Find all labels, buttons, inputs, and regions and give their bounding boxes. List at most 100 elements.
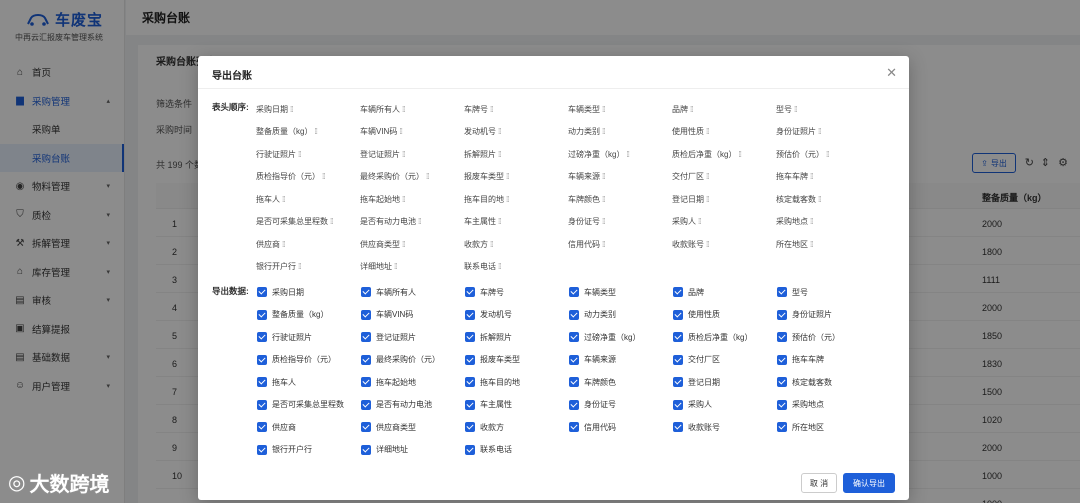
export-field-checkbox[interactable]: 车辆所有人	[360, 281, 464, 304]
drag-handle-icon[interactable]: ⁞⁞	[394, 262, 398, 271]
export-field-checkbox[interactable]: 核定载客数	[776, 371, 880, 394]
checkbox-checked-icon[interactable]	[777, 377, 787, 388]
checkbox-checked-icon[interactable]	[569, 422, 579, 433]
drag-handle-icon[interactable]: ⁞⁞	[706, 127, 710, 136]
checkbox-checked-icon[interactable]	[361, 422, 371, 433]
drag-handle-icon[interactable]: ⁞⁞	[498, 127, 502, 136]
export-field-checkbox[interactable]: 型号	[776, 281, 880, 304]
drag-handle-icon[interactable]: ⁞⁞	[282, 195, 286, 204]
drag-handle-icon[interactable]: ⁞⁞	[290, 105, 294, 114]
export-field-checkbox[interactable]: 整备质量（kg）	[256, 304, 360, 327]
drag-handle-icon[interactable]: ⁞⁞	[706, 240, 710, 249]
checkbox-checked-icon[interactable]	[361, 332, 371, 343]
export-field-checkbox[interactable]: 质检后净重（kg）	[672, 326, 776, 349]
header-order-item[interactable]: 拖车人 ⁞⁞	[256, 188, 360, 211]
header-order-item[interactable]: 核定载客数 ⁞⁞	[776, 188, 880, 211]
checkbox-checked-icon[interactable]	[465, 309, 475, 320]
header-order-item[interactable]: 品牌 ⁞⁞	[672, 98, 776, 121]
header-order-item[interactable]: 拖车目的地 ⁞⁞	[464, 188, 568, 211]
drag-handle-icon[interactable]: ⁞⁞	[330, 217, 334, 226]
checkbox-checked-icon[interactable]	[257, 399, 267, 410]
drag-handle-icon[interactable]: ⁞⁞	[810, 217, 814, 226]
checkbox-checked-icon[interactable]	[673, 309, 683, 320]
checkbox-checked-icon[interactable]	[465, 377, 475, 388]
header-order-item[interactable]: 报废车类型 ⁞⁞	[464, 166, 568, 189]
checkbox-checked-icon[interactable]	[777, 399, 787, 410]
header-order-item[interactable]: 行驶证照片 ⁞⁞	[256, 143, 360, 166]
cancel-button[interactable]: 取 消	[801, 473, 837, 493]
export-field-checkbox[interactable]: 拖车目的地	[464, 371, 568, 394]
close-icon[interactable]: ✕	[886, 65, 897, 81]
drag-handle-icon[interactable]: ⁞⁞	[322, 172, 326, 181]
header-order-item[interactable]: 车主属性 ⁞⁞	[464, 211, 568, 234]
header-order-item[interactable]: 是否有动力电池 ⁞⁞	[360, 211, 464, 234]
export-field-checkbox[interactable]: 车牌颜色	[568, 371, 672, 394]
export-field-checkbox[interactable]: 所在地区	[776, 416, 880, 439]
header-order-item[interactable]: 登记证照片 ⁞⁞	[360, 143, 464, 166]
header-order-item[interactable]: 所在地区 ⁞⁞	[776, 233, 880, 256]
export-field-checkbox[interactable]: 采购日期	[256, 281, 360, 304]
header-order-item[interactable]: 交付厂区 ⁞⁞	[672, 166, 776, 189]
export-field-checkbox[interactable]: 是否有动力电池	[360, 394, 464, 417]
checkbox-checked-icon[interactable]	[257, 332, 267, 343]
header-order-item[interactable]: 使用性质 ⁞⁞	[672, 121, 776, 144]
checkbox-checked-icon[interactable]	[777, 287, 787, 298]
header-order-item[interactable]: 登记日期 ⁞⁞	[672, 188, 776, 211]
checkbox-checked-icon[interactable]	[673, 287, 683, 298]
drag-handle-icon[interactable]: ⁞⁞	[402, 240, 406, 249]
drag-handle-icon[interactable]: ⁞⁞	[498, 262, 502, 271]
checkbox-checked-icon[interactable]	[673, 399, 683, 410]
checkbox-checked-icon[interactable]	[673, 354, 683, 365]
checkbox-checked-icon[interactable]	[465, 354, 475, 365]
checkbox-checked-icon[interactable]	[257, 422, 267, 433]
header-order-item[interactable]: 身份证照片 ⁞⁞	[776, 121, 880, 144]
export-field-checkbox[interactable]: 拆解照片	[464, 326, 568, 349]
drag-handle-icon[interactable]: ⁞⁞	[399, 127, 403, 136]
drag-handle-icon[interactable]: ⁞⁞	[298, 262, 302, 271]
checkbox-checked-icon[interactable]	[361, 309, 371, 320]
checkbox-checked-icon[interactable]	[361, 354, 371, 365]
checkbox-checked-icon[interactable]	[777, 354, 787, 365]
checkbox-checked-icon[interactable]	[569, 399, 579, 410]
checkbox-checked-icon[interactable]	[777, 422, 787, 433]
drag-handle-icon[interactable]: ⁞⁞	[498, 217, 502, 226]
drag-handle-icon[interactable]: ⁞⁞	[794, 105, 798, 114]
header-order-item[interactable]: 供应商 ⁞⁞	[256, 233, 360, 256]
export-field-checkbox[interactable]: 采购人	[672, 394, 776, 417]
header-order-item[interactable]: 车辆所有人 ⁞⁞	[360, 98, 464, 121]
header-order-item[interactable]: 发动机号 ⁞⁞	[464, 121, 568, 144]
header-order-item[interactable]: 车牌号 ⁞⁞	[464, 98, 568, 121]
drag-handle-icon[interactable]: ⁞⁞	[706, 172, 710, 181]
drag-handle-icon[interactable]: ⁞⁞	[698, 217, 702, 226]
header-order-item[interactable]: 采购地点 ⁞⁞	[776, 211, 880, 234]
header-order-item[interactable]: 车辆VIN码 ⁞⁞	[360, 121, 464, 144]
drag-handle-icon[interactable]: ⁞⁞	[602, 240, 606, 249]
drag-handle-icon[interactable]: ⁞⁞	[402, 105, 406, 114]
header-order-item[interactable]: 过磅净重（kg） ⁞⁞	[568, 143, 672, 166]
drag-handle-icon[interactable]: ⁞⁞	[602, 172, 606, 181]
export-field-checkbox[interactable]: 动力类别	[568, 304, 672, 327]
export-field-checkbox[interactable]: 过磅净重（kg）	[568, 326, 672, 349]
header-order-item[interactable]: 型号 ⁞⁞	[776, 98, 880, 121]
checkbox-checked-icon[interactable]	[361, 287, 371, 298]
checkbox-checked-icon[interactable]	[673, 332, 683, 343]
header-order-item[interactable]: 银行开户行 ⁞⁞	[256, 256, 360, 279]
export-field-checkbox[interactable]: 采购地点	[776, 394, 880, 417]
checkbox-checked-icon[interactable]	[777, 332, 787, 343]
header-order-item[interactable]: 联系电话 ⁞⁞	[464, 256, 568, 279]
export-field-checkbox[interactable]: 是否可采集总里程数	[256, 394, 360, 417]
checkbox-checked-icon[interactable]	[569, 332, 579, 343]
drag-handle-icon[interactable]: ⁞⁞	[602, 105, 606, 114]
header-order-item[interactable]: 质检指导价（元） ⁞⁞	[256, 166, 360, 189]
checkbox-checked-icon[interactable]	[569, 377, 579, 388]
export-field-checkbox[interactable]: 行驶证照片	[256, 326, 360, 349]
export-field-checkbox[interactable]: 使用性质	[672, 304, 776, 327]
header-order-item[interactable]: 收款方 ⁞⁞	[464, 233, 568, 256]
export-field-checkbox[interactable]: 身份证号	[568, 394, 672, 417]
export-field-checkbox[interactable]: 质检指导价（元）	[256, 349, 360, 372]
export-field-checkbox[interactable]: 信用代码	[568, 416, 672, 439]
export-field-checkbox[interactable]: 联系电话	[464, 439, 568, 462]
header-order-item[interactable]: 信用代码 ⁞⁞	[568, 233, 672, 256]
checkbox-checked-icon[interactable]	[465, 332, 475, 343]
header-order-item[interactable]: 身份证号 ⁞⁞	[568, 211, 672, 234]
